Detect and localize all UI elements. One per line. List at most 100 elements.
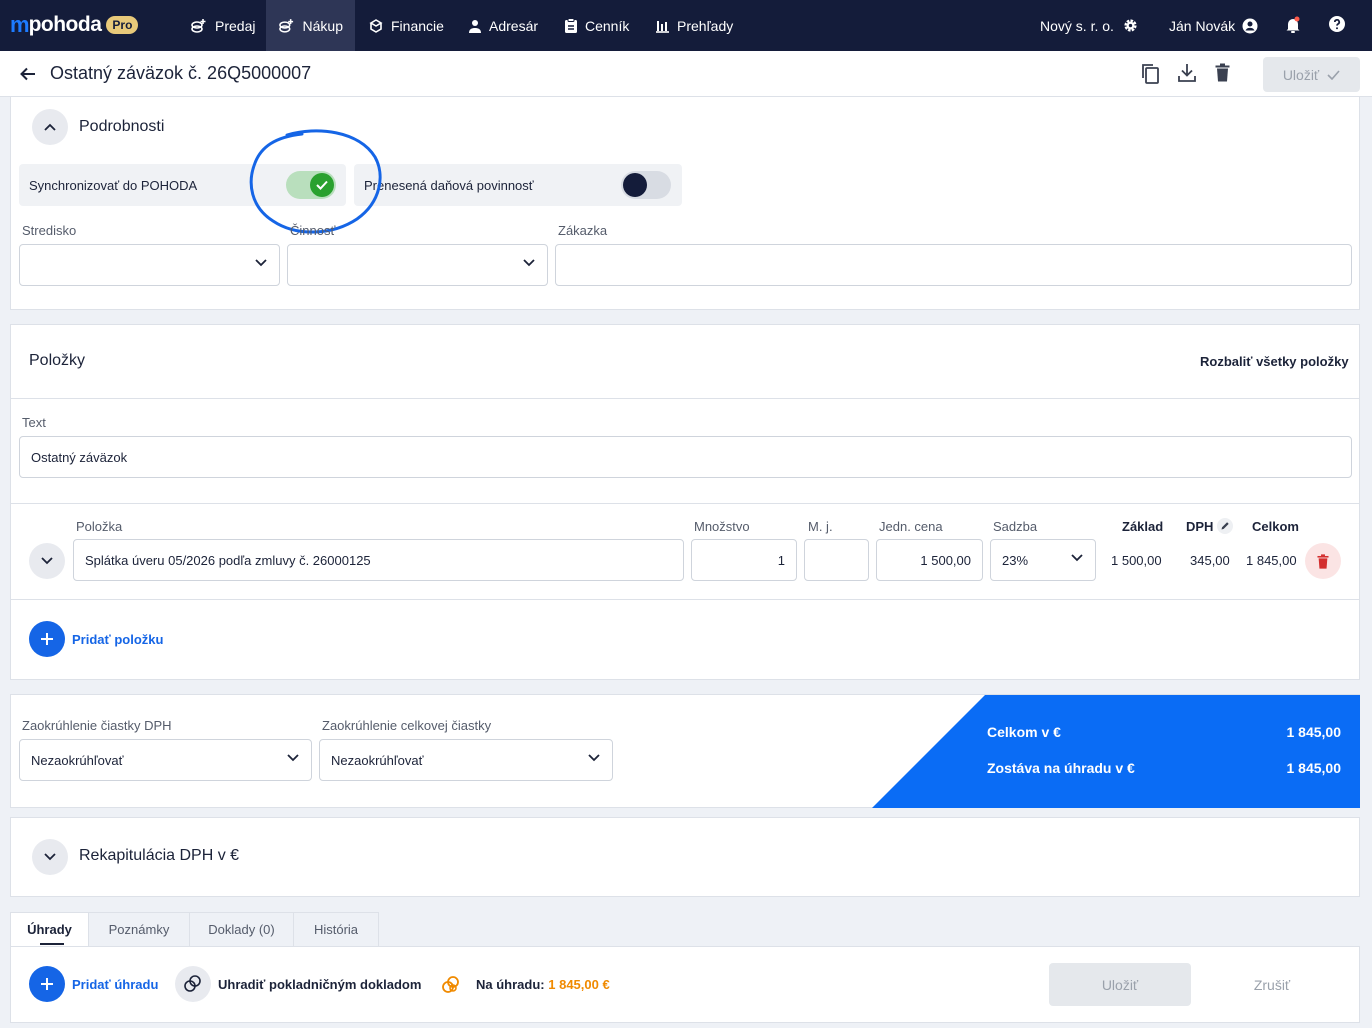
pencil-edit-icon[interactable] bbox=[1217, 518, 1233, 534]
items-title: Položky bbox=[29, 352, 86, 369]
divider bbox=[11, 503, 1359, 504]
reverse-charge-toggle[interactable] bbox=[621, 171, 671, 199]
col-unit-price: Jedn. cena bbox=[879, 519, 943, 534]
vat-recap-title: Rekapitulácia DPH v € bbox=[79, 847, 240, 864]
unit-price-value: 1 500,00 bbox=[920, 552, 971, 568]
nav-item-label: Financie bbox=[391, 17, 444, 34]
payment-due-label: Na úhradu: bbox=[476, 977, 545, 992]
add-item-button[interactable] bbox=[29, 621, 65, 657]
plus-icon bbox=[41, 633, 53, 645]
expand-row-button[interactable] bbox=[29, 543, 65, 579]
copy-icon[interactable] bbox=[1141, 63, 1160, 84]
total-label: Celkom v € bbox=[987, 724, 1061, 740]
payment-save-button[interactable]: Uložiť bbox=[1049, 963, 1191, 1006]
col-vat: DPH bbox=[1186, 519, 1214, 534]
unit-price-input[interactable]: 1 500,00 bbox=[876, 539, 983, 581]
add-payment-button[interactable] bbox=[29, 966, 65, 1002]
trash-icon[interactable] bbox=[1215, 63, 1230, 82]
app-logo[interactable]: m pohoda Pro bbox=[10, 12, 139, 38]
vat-rounding-select[interactable]: Nezaokrúhľovať bbox=[19, 739, 312, 781]
logo-mark: m bbox=[10, 12, 30, 37]
nav-item-adresar[interactable]: Adresár bbox=[456, 0, 550, 51]
coins-plus-icon bbox=[279, 18, 294, 33]
vat-rounding-value: Nezaokrúhľovať bbox=[31, 752, 124, 768]
tab-doklady[interactable]: Doklady (0) bbox=[189, 912, 294, 947]
logo-text: pohoda bbox=[28, 13, 102, 36]
company-name: Nový s. r. o. bbox=[1040, 17, 1114, 34]
cash-receipt-link[interactable]: Uhradiť pokladničným dokladom bbox=[218, 977, 421, 992]
finance-icon bbox=[369, 18, 383, 33]
total-amount: 1 845,00 bbox=[1286, 724, 1342, 740]
bar-chart-icon bbox=[656, 20, 669, 33]
tab-label: História bbox=[313, 922, 359, 937]
col-item: Položka bbox=[76, 519, 123, 534]
add-payment-link[interactable]: Pridať úhradu bbox=[72, 977, 158, 992]
cinnost-select[interactable] bbox=[287, 244, 548, 286]
tab-label: Úhrady bbox=[27, 922, 72, 937]
stredisko-select[interactable] bbox=[19, 244, 280, 286]
delete-row-button[interactable] bbox=[1305, 543, 1341, 579]
trash-icon bbox=[1317, 553, 1329, 569]
page-header: Ostatný záväzok č. 26Q5000007 Uložiť bbox=[0, 51, 1372, 97]
cash-receipt-button[interactable] bbox=[175, 966, 211, 1002]
expand-all-items-link[interactable]: Rozbaliť všetky položky bbox=[1200, 354, 1349, 369]
col-base: Základ bbox=[1122, 519, 1164, 534]
person-icon bbox=[469, 19, 481, 33]
items-section: Položky Rozbaliť všetky položky Text Ost… bbox=[10, 324, 1360, 680]
help-icon[interactable] bbox=[1329, 16, 1345, 32]
nav-item-cennik[interactable]: Cenník bbox=[552, 0, 641, 51]
zakazka-input[interactable] bbox=[555, 244, 1352, 286]
nav-item-nakup[interactable]: Nákup bbox=[266, 0, 355, 51]
vat-recap-section: Rekapitulácia DPH v € bbox=[10, 817, 1360, 897]
collapse-details-button[interactable] bbox=[32, 109, 68, 145]
details-title: Podrobnosti bbox=[79, 118, 165, 135]
payment-cancel-button[interactable]: Zrušiť bbox=[1201, 963, 1343, 1006]
nav-item-predaj[interactable]: Predaj bbox=[178, 0, 267, 51]
tab-uhrady[interactable]: Úhrady bbox=[10, 912, 89, 947]
top-navigation: m pohoda Pro Predaj Nákup Financie Adres… bbox=[0, 0, 1372, 51]
chevron-up-icon bbox=[44, 123, 56, 131]
add-item-link[interactable]: Pridať položku bbox=[72, 632, 163, 647]
item-name-input[interactable]: Splátka úveru 05/2026 podľa zmluvy č. 26… bbox=[73, 539, 684, 581]
gear-icon[interactable] bbox=[1123, 18, 1138, 33]
item-name: Splátka úveru 05/2026 podľa zmluvy č. 26… bbox=[85, 552, 371, 568]
pro-badge: Pro bbox=[106, 16, 139, 34]
text-input[interactable]: Ostatný záväzok bbox=[19, 436, 1352, 478]
back-arrow-icon[interactable] bbox=[20, 66, 36, 82]
user-menu[interactable]: Ján Novák bbox=[1169, 0, 1258, 51]
notifications-bell-icon[interactable] bbox=[1285, 16, 1301, 34]
unit-input[interactable] bbox=[804, 539, 869, 581]
text-label: Text bbox=[22, 415, 46, 430]
company-switcher[interactable]: Nový s. r. o. bbox=[1040, 0, 1138, 51]
divider bbox=[11, 599, 1359, 600]
expand-vat-recap-button[interactable] bbox=[32, 839, 68, 875]
chevron-down-icon bbox=[255, 259, 267, 267]
qty-input[interactable]: 1 bbox=[691, 539, 797, 581]
vat-rounding-label: Zaokrúhlenie čiastky DPH bbox=[22, 718, 172, 733]
total-rounding-select[interactable]: Nezaokrúhľovať bbox=[319, 739, 613, 781]
col-qty: Množstvo bbox=[694, 519, 750, 534]
nav-item-label: Prehľady bbox=[677, 17, 734, 34]
nav-item-label: Adresár bbox=[489, 17, 539, 34]
total-rounding-label: Zaokrúhlenie celkovej čiastky bbox=[322, 718, 492, 733]
chevron-down-icon bbox=[1071, 554, 1083, 562]
zakazka-label: Zákazka bbox=[558, 223, 608, 238]
download-icon[interactable] bbox=[1178, 63, 1196, 83]
remaining-label: Zostáva na úhradu v € bbox=[987, 760, 1135, 776]
nav-item-financie[interactable]: Financie bbox=[356, 0, 456, 51]
chevron-down-icon bbox=[44, 853, 56, 861]
nav-item-label: Nákup bbox=[302, 17, 343, 34]
tab-historia[interactable]: História bbox=[293, 912, 379, 947]
remaining-amount: 1 845,00 bbox=[1286, 760, 1342, 776]
save-button[interactable]: Uložiť bbox=[1263, 57, 1360, 92]
nav-item-prehlady[interactable]: Prehľady bbox=[643, 0, 745, 51]
vat-rate-value: 23% bbox=[1002, 552, 1029, 568]
user-name: Ján Novák bbox=[1169, 17, 1236, 34]
col-rate: Sadzba bbox=[993, 519, 1038, 534]
nav-item-label: Cenník bbox=[585, 17, 630, 34]
total-rounding-value: Nezaokrúhľovať bbox=[331, 752, 424, 768]
vat-rate-select[interactable]: 23% bbox=[990, 539, 1096, 581]
tab-poznamky[interactable]: Poznámky bbox=[88, 912, 190, 947]
active-tab-underline bbox=[40, 943, 64, 945]
col-total: Celkom bbox=[1252, 519, 1299, 534]
